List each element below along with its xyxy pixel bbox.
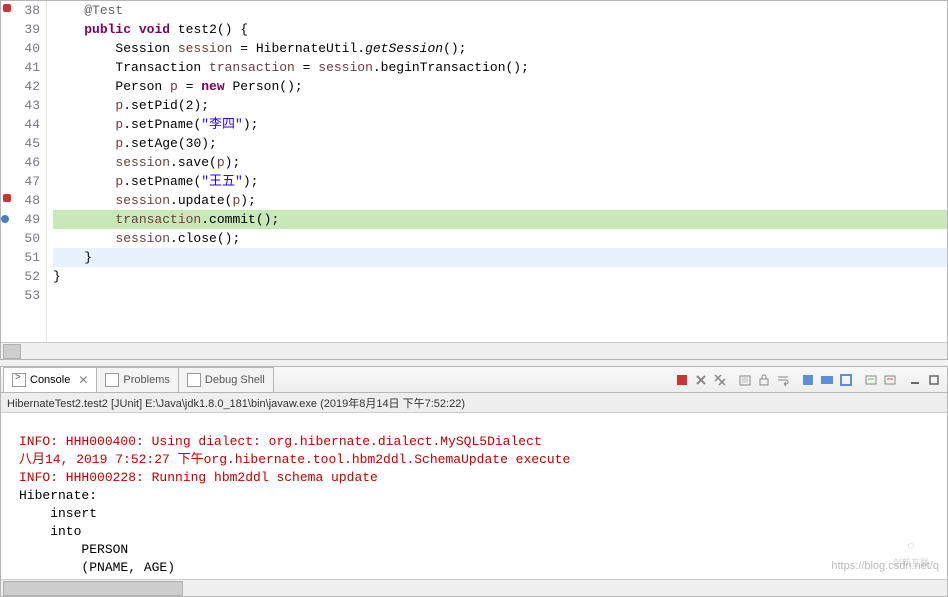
scrollbar-thumb[interactable] <box>3 581 183 596</box>
editor-horiz-scrollbar[interactable] <box>1 342 947 359</box>
code-editor[interactable]: 38394041424344454647484950515253 @Test p… <box>1 1 947 342</box>
editor-pane: 38394041424344454647484950515253 @Test p… <box>0 0 948 360</box>
code-line[interactable]: @Test <box>53 1 947 20</box>
remove-all-button[interactable] <box>711 371 729 389</box>
log-line: values <box>19 578 97 579</box>
log-line: INFO: HHH000400: Using dialect: org.hibe… <box>19 434 542 449</box>
tab-label: Debug Shell <box>205 374 265 386</box>
remove-launch-button[interactable] <box>692 371 710 389</box>
terminate-button[interactable] <box>673 371 691 389</box>
log-line: Hibernate: <box>19 488 105 503</box>
scroll-lock-button[interactable] <box>755 371 773 389</box>
code-line[interactable]: p.setPname("李四"); <box>53 115 947 134</box>
tab-problems[interactable]: Problems <box>96 367 178 392</box>
display-selected-button[interactable] <box>818 371 836 389</box>
code-line[interactable] <box>53 286 947 305</box>
scrollbar-thumb[interactable] <box>3 344 21 359</box>
console-icon <box>12 373 26 387</box>
code-line[interactable]: transaction.commit(); <box>53 210 947 229</box>
watermark-logo: ◯创新互联 <box>881 537 941 577</box>
log-line: into <box>19 524 81 539</box>
log-line: INFO: HHH000228: Running hbm2ddl schema … <box>19 470 378 485</box>
log-line: (PNAME, AGE) <box>19 560 183 575</box>
code-line[interactable]: Session session = HibernateUtil.getSessi… <box>53 39 947 58</box>
console-horiz-scrollbar[interactable] <box>1 579 947 596</box>
open-console-button[interactable] <box>837 371 855 389</box>
code-line[interactable]: p.setAge(30); <box>53 134 947 153</box>
code-line[interactable]: session.close(); <box>53 229 947 248</box>
launch-label: HibernateTest2.test2 [JUnit] E:\Java\jdk… <box>1 393 947 413</box>
code-line[interactable]: public void test2() { <box>53 20 947 39</box>
line-gutter: 38394041424344454647484950515253 <box>1 1 47 342</box>
tab-label: Console <box>30 374 70 386</box>
code-line[interactable]: session.update(p); <box>53 191 947 210</box>
tab-label: Problems <box>123 374 169 386</box>
tab-debug-shell[interactable]: Debug Shell <box>178 367 274 392</box>
pin-console-button[interactable] <box>799 371 817 389</box>
show-stderr-button[interactable] <box>881 371 899 389</box>
code-line[interactable]: } <box>53 248 947 267</box>
word-wrap-button[interactable] <box>774 371 792 389</box>
debug-shell-icon <box>187 373 201 387</box>
problems-icon <box>105 373 119 387</box>
show-stdout-button[interactable] <box>862 371 880 389</box>
maximize-view-button[interactable] <box>925 371 943 389</box>
code-line[interactable]: Person p = new Person(); <box>53 77 947 96</box>
close-icon[interactable]: ✕ <box>78 373 88 387</box>
code-line[interactable]: session.save(p); <box>53 153 947 172</box>
view-tabs: Console ✕ Problems Debug Shell <box>1 367 947 393</box>
tab-console[interactable]: Console ✕ <box>3 367 97 392</box>
code-line[interactable]: Transaction transaction = session.beginT… <box>53 58 947 77</box>
console-toolbar <box>673 367 947 392</box>
minimize-view-button[interactable] <box>906 371 924 389</box>
bottom-pane: Console ✕ Problems Debug Shell <box>0 366 948 597</box>
code-line[interactable]: p.setPname("王五"); <box>53 172 947 191</box>
clear-console-button[interactable] <box>736 371 754 389</box>
code-line[interactable]: } <box>53 267 947 286</box>
code-lines[interactable]: @Test public void test2() { Session sess… <box>47 1 947 342</box>
console-output[interactable]: INFO: HHH000400: Using dialect: org.hibe… <box>1 413 947 579</box>
log-line: PERSON <box>19 542 128 557</box>
log-line: 八月14, 2019 7:52:27 下午org.hibernate.tool.… <box>19 452 570 467</box>
log-line: insert <box>19 506 105 521</box>
watermark-text: https://blog.csdn.net/q <box>831 557 939 575</box>
code-line[interactable]: p.setPid(2); <box>53 96 947 115</box>
